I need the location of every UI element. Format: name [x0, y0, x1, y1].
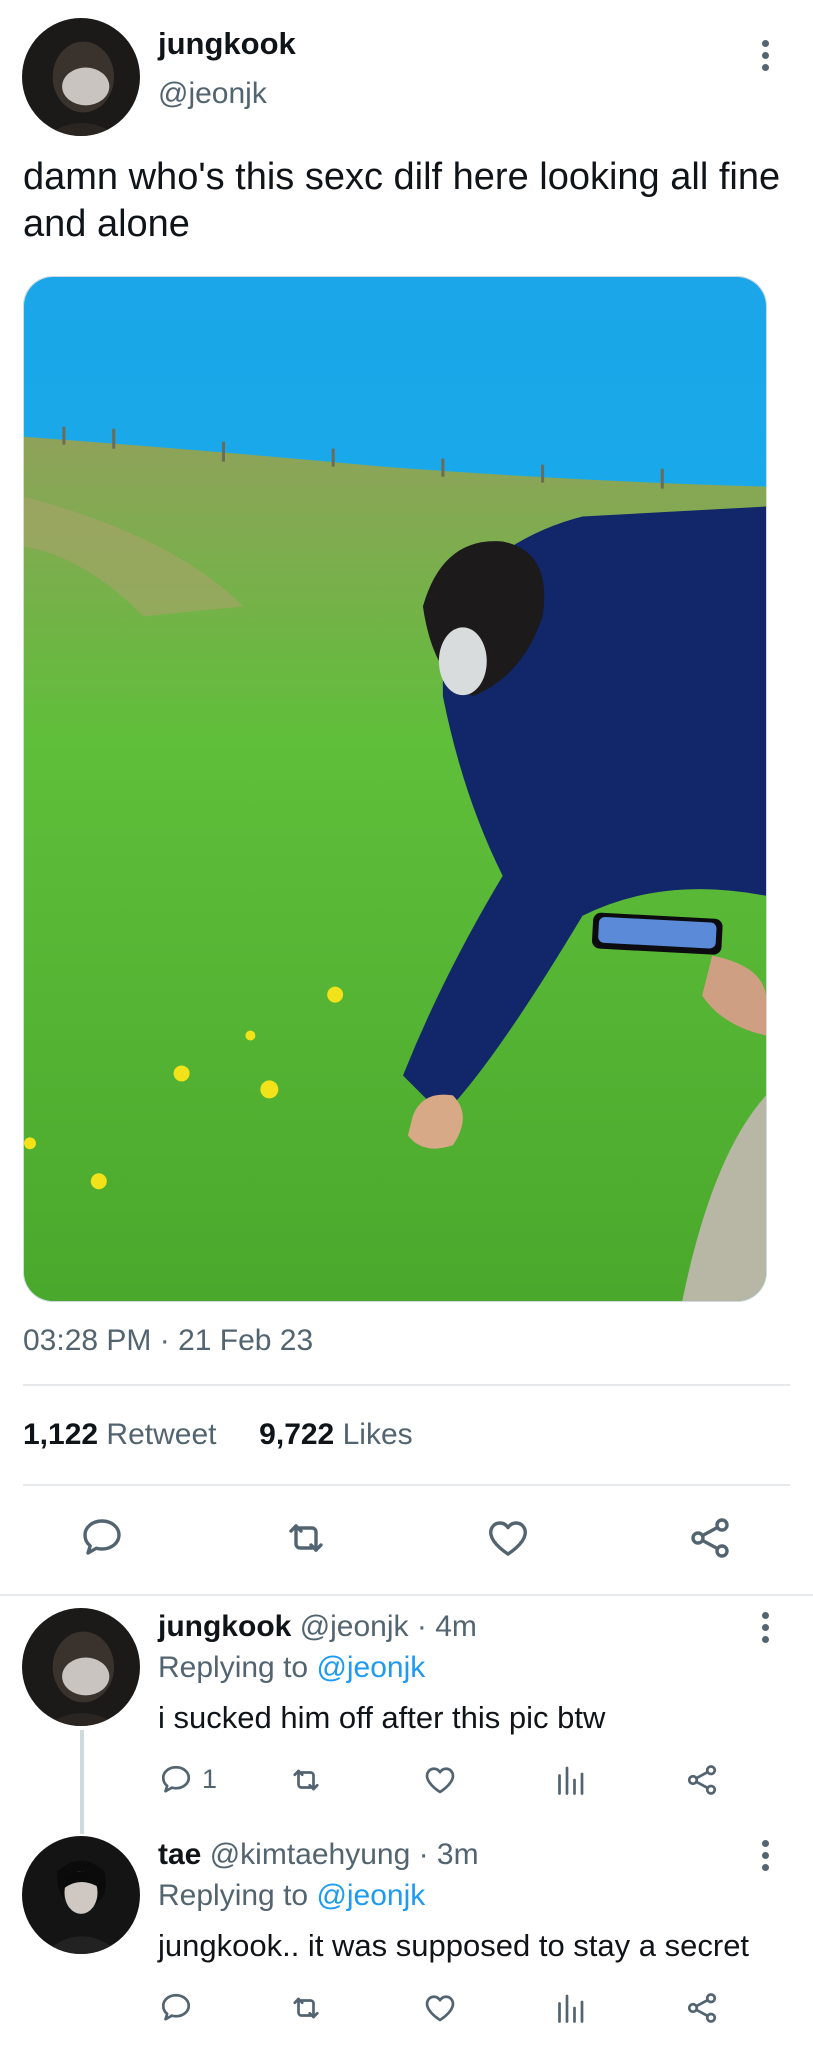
- more-icon[interactable]: [758, 40, 772, 72]
- reply-header: tae @kimtaehyung · 3m: [158, 1838, 479, 1872]
- more-icon[interactable]: [758, 1840, 772, 1872]
- tweet-text: damn who's this sexc dilf here looking a…: [23, 156, 781, 245]
- replying-prefix: Replying to: [158, 1879, 309, 1912]
- tweet-photo[interactable]: [23, 276, 767, 1302]
- retweet-label[interactable]: Retweet: [106, 1418, 216, 1451]
- author-name[interactable]: jungkook: [158, 26, 296, 62]
- reply-avatar[interactable]: [22, 1608, 140, 1726]
- like-icon[interactable]: [484, 1514, 532, 1562]
- reply-author-handle[interactable]: @kimtaehyung: [210, 1838, 411, 1871]
- like-icon[interactable]: [422, 1762, 458, 1798]
- more-icon[interactable]: [758, 1612, 772, 1644]
- replying-to: Replying to @jeonjk: [158, 1879, 425, 1913]
- reply-count: 1: [202, 1764, 218, 1794]
- author-handle[interactable]: @jeonjk: [158, 77, 267, 111]
- reply-text: jungkook.. it was supposed to stay a sec…: [158, 1928, 750, 1963]
- share-icon[interactable]: [684, 1990, 720, 2026]
- reply-author-name[interactable]: tae: [158, 1838, 201, 1871]
- reply-author-handle[interactable]: @jeonjk: [300, 1610, 409, 1643]
- reply-header: jungkook @jeonjk · 4m: [158, 1610, 477, 1644]
- divider: [23, 1384, 790, 1386]
- retweet-count[interactable]: 1,122: [23, 1418, 98, 1451]
- replying-prefix: Replying to: [158, 1651, 309, 1684]
- reply-icon[interactable]: [158, 1990, 194, 2026]
- thread-line: [80, 1730, 84, 1834]
- reply-author-name[interactable]: jungkook: [158, 1610, 291, 1643]
- replying-to-link[interactable]: @jeonjk: [316, 1879, 425, 1912]
- author-avatar[interactable]: [22, 18, 140, 136]
- reply-icon[interactable]: [78, 1514, 126, 1562]
- like-count[interactable]: 9,722: [259, 1418, 334, 1451]
- tweet-timestamp[interactable]: 03:28 PM · 21 Feb 23: [23, 1324, 313, 1358]
- analytics-icon[interactable]: [552, 1990, 588, 2026]
- analytics-icon[interactable]: [552, 1762, 588, 1798]
- replying-to-link[interactable]: @jeonjk: [316, 1651, 425, 1684]
- like-label[interactable]: Likes: [343, 1418, 413, 1451]
- reply-time: · 3m: [418, 1838, 479, 1871]
- tweet-stats: 1,122 Retweet 9,722 Likes: [23, 1418, 413, 1452]
- retweet-icon[interactable]: [288, 1990, 324, 2026]
- replying-to: Replying to @jeonjk: [158, 1651, 425, 1685]
- share-icon[interactable]: [684, 1762, 720, 1798]
- reply-avatar[interactable]: [22, 1836, 140, 1954]
- reply-icon[interactable]: [158, 1762, 194, 1798]
- share-icon[interactable]: [686, 1514, 734, 1562]
- divider: [0, 1594, 813, 1596]
- retweet-icon[interactable]: [282, 1514, 330, 1562]
- divider: [23, 1484, 790, 1486]
- like-icon[interactable]: [422, 1990, 458, 2026]
- retweet-icon[interactable]: [288, 1762, 324, 1798]
- reply-time: · 4m: [416, 1610, 477, 1643]
- reply-text: i sucked him off after this pic btw: [158, 1700, 606, 1735]
